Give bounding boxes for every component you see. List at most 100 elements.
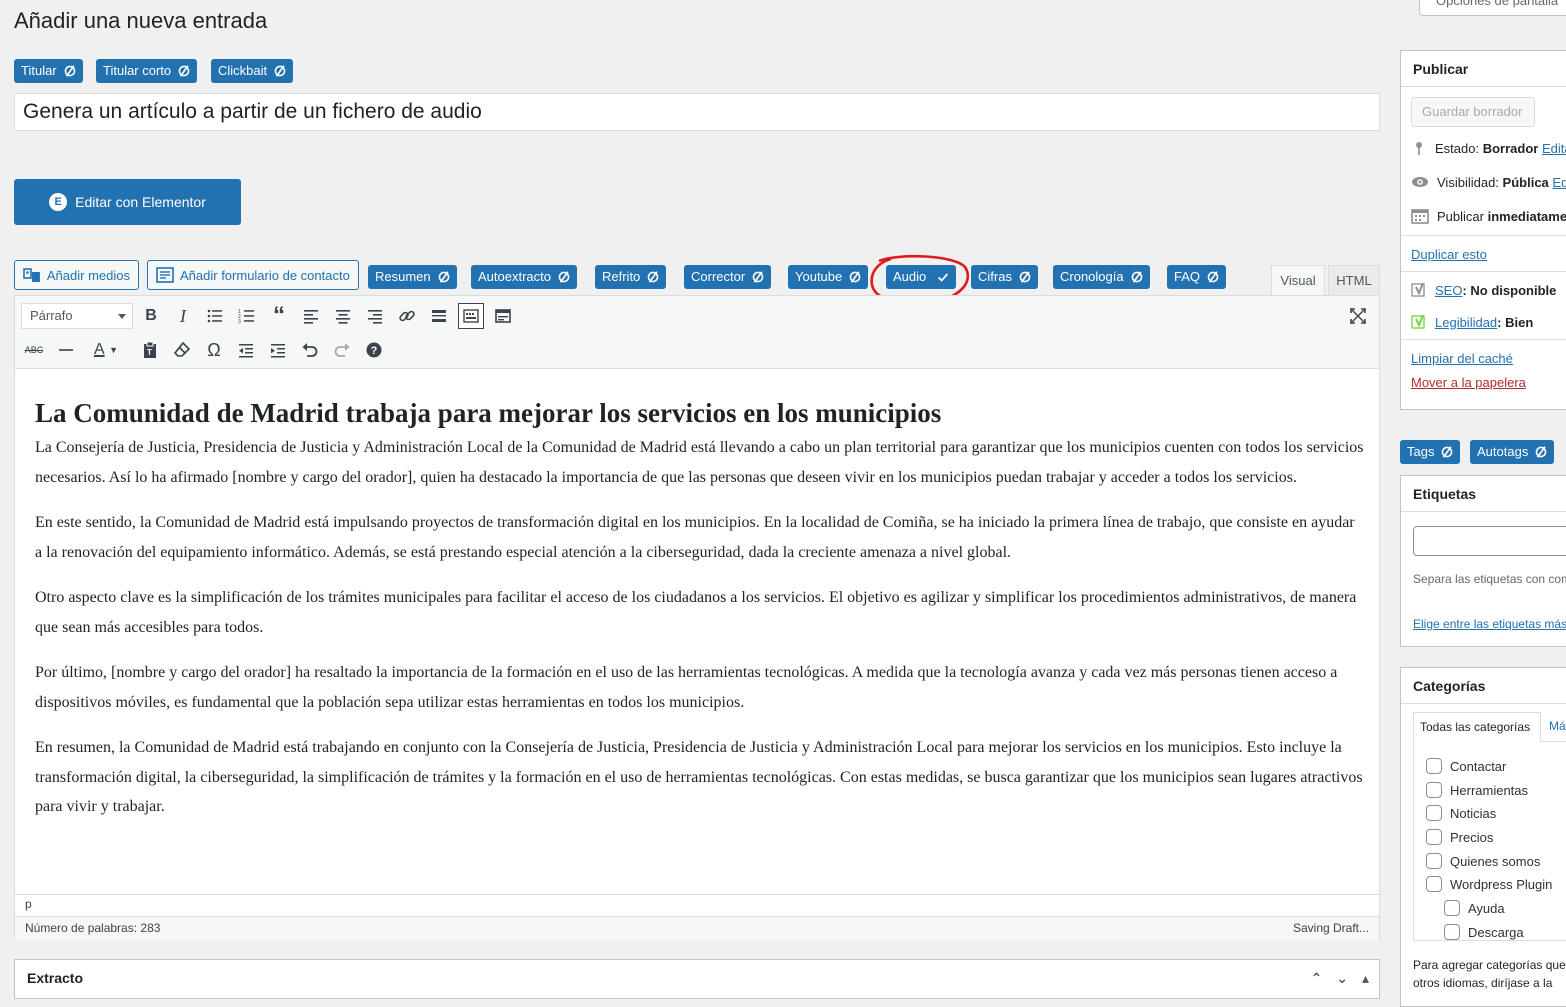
tags-button[interactable]: Tags [1400,440,1461,464]
titular-button[interactable]: Titular [14,59,83,83]
tags-label: Tags [1407,444,1435,459]
help-icon[interactable]: ? [361,337,387,363]
italic-icon[interactable]: I [170,303,196,329]
checkbox[interactable] [1426,876,1442,892]
paste-text-icon[interactable]: T [137,337,163,363]
align-center-icon[interactable] [330,303,356,329]
clickbait-button[interactable]: Clickbait [211,59,294,83]
checkbox[interactable] [1426,758,1442,774]
readability-link[interactable]: Legibilidad [1435,315,1497,330]
faq-label: FAQ [1174,269,1201,284]
elementor-icon: E [49,193,68,211]
edit-visibility-link[interactable]: Editar [1552,175,1566,190]
tab-html[interactable]: HTML [1328,265,1380,295]
edit-with-elementor-button[interactable]: E Editar con Elementor [14,179,241,225]
autotags-button[interactable]: Autotags [1470,440,1555,464]
status-row: Estado: Borrador Editar [1411,140,1566,156]
faq-button[interactable]: FAQ [1167,265,1227,289]
align-right-icon[interactable] [362,303,388,329]
category-item[interactable]: Quienes somos [1426,853,1540,869]
editor-status-bar: Número de palabras: 283 Saving Draft... [15,916,1379,940]
special-character-icon[interactable]: Ω [201,337,227,363]
strikethrough-icon[interactable]: ABC [21,337,47,363]
clear-formatting-icon[interactable] [169,337,195,363]
seo-link[interactable]: SEO [1435,283,1462,298]
editor-toolbar: Párrafo B I 123 “ ABC A ▼ T Ω ? [15,296,1379,369]
save-draft-button[interactable]: Guardar borrador [1411,97,1535,127]
corrector-button[interactable]: Corrector [684,265,772,289]
category-item[interactable]: Herramientas [1426,782,1528,798]
resumen-button[interactable]: Resumen [368,265,457,289]
status-label: Estado: [1435,140,1480,156]
fullscreen-icon[interactable] [1345,303,1371,329]
undo-icon[interactable] [297,337,323,363]
duplicate-link[interactable]: Duplicar esto [1411,247,1487,262]
editor-content[interactable]: La Comunidad de Madrid trabaja para mejo… [35,386,1365,838]
link-icon[interactable] [394,303,420,329]
chevron-up-icon[interactable]: ⌃ [1311,970,1323,987]
bullet-list-icon[interactable] [202,303,228,329]
refresh-icon [1442,446,1453,458]
category-item[interactable]: Ayuda [1444,900,1505,916]
svg-text:3: 3 [238,319,241,325]
align-left-icon[interactable] [298,303,324,329]
excerpt-title: Extracto [27,970,84,986]
clickbait-label: Clickbait [218,63,268,78]
titular-corto-button[interactable]: Titular corto [96,59,198,83]
horizontal-line-icon[interactable] [53,337,79,363]
move-to-trash-link[interactable]: Mover a la papelera [1411,375,1526,390]
schedule-row: Publicar inmediatamente [1411,208,1566,224]
autoextracto-button[interactable]: Autoextracto [471,265,577,289]
redo-icon[interactable] [329,337,355,363]
edit-status-link[interactable]: Editar [1542,141,1566,156]
category-item[interactable]: Wordpress Plugin [1426,876,1552,892]
indent-icon[interactable] [265,337,291,363]
category-item[interactable]: Precios [1426,829,1493,845]
tab-all-categories[interactable]: Todas las categorías [1413,712,1541,742]
category-item[interactable]: Noticias [1426,805,1496,821]
element-path: p [15,894,1379,916]
category-label: Wordpress Plugin [1450,876,1553,892]
cronologia-button[interactable]: Cronología [1053,265,1150,289]
chevron-down-icon[interactable]: ⌄ [1336,970,1348,987]
refresh-icon [752,271,764,283]
seo-row: SEO: No disponible [1411,282,1556,298]
screen-options-button[interactable]: Opciones de pantalla [1419,0,1566,16]
bold-icon[interactable]: B [138,303,164,329]
category-item[interactable]: Descarga [1444,924,1524,940]
refresh-icon [647,271,659,283]
checkbox[interactable] [1426,853,1442,869]
article-heading: La Comunidad de Madrid trabaja para mejo… [35,398,942,428]
tab-most-used[interactable]: Más utilizadas [1549,719,1566,733]
youtube-button[interactable]: Youtube [788,265,869,289]
checkbox[interactable] [1444,900,1460,916]
blockquote-icon[interactable]: “ [266,302,292,329]
refresh-icon [64,65,75,77]
checkbox[interactable] [1426,829,1442,845]
readability-row: Legibilidad: Bien [1411,314,1533,330]
choose-tags-link[interactable]: Elige entre las etiquetas más utilizadas [1413,617,1566,631]
add-contact-form-button[interactable]: Añadir formulario de contacto [147,260,359,290]
category-item[interactable]: Contactar [1426,758,1506,774]
checkbox[interactable] [1426,782,1442,798]
form-block-icon[interactable] [490,303,516,329]
checkbox[interactable] [1444,924,1460,940]
refrito-button[interactable]: Refrito [595,265,667,289]
tags-input[interactable] [1413,526,1566,556]
clear-cache-link[interactable]: Limpiar del caché [1411,351,1513,366]
checkbox[interactable] [1426,805,1442,821]
tab-visual[interactable]: Visual [1271,265,1325,295]
add-media-button[interactable]: Añadir medios [14,260,139,290]
text-color-icon[interactable]: A ▼ [85,337,127,363]
cifras-button[interactable]: Cifras [971,265,1038,289]
toolbar-toggle-icon[interactable] [458,303,484,329]
toggle-panel-icon[interactable]: ▴ [1362,970,1369,987]
visibility-value: Pública [1502,174,1549,190]
add-contact-form-label: Añadir formulario de contacto [180,267,350,283]
post-title-input[interactable]: Genera un artículo a partir de un ficher… [14,93,1380,131]
read-more-icon[interactable] [426,303,452,329]
format-select[interactable]: Párrafo [21,303,133,329]
numbered-list-icon[interactable]: 123 [234,303,260,329]
outdent-icon[interactable] [233,337,259,363]
refresh-icon [1019,271,1031,283]
